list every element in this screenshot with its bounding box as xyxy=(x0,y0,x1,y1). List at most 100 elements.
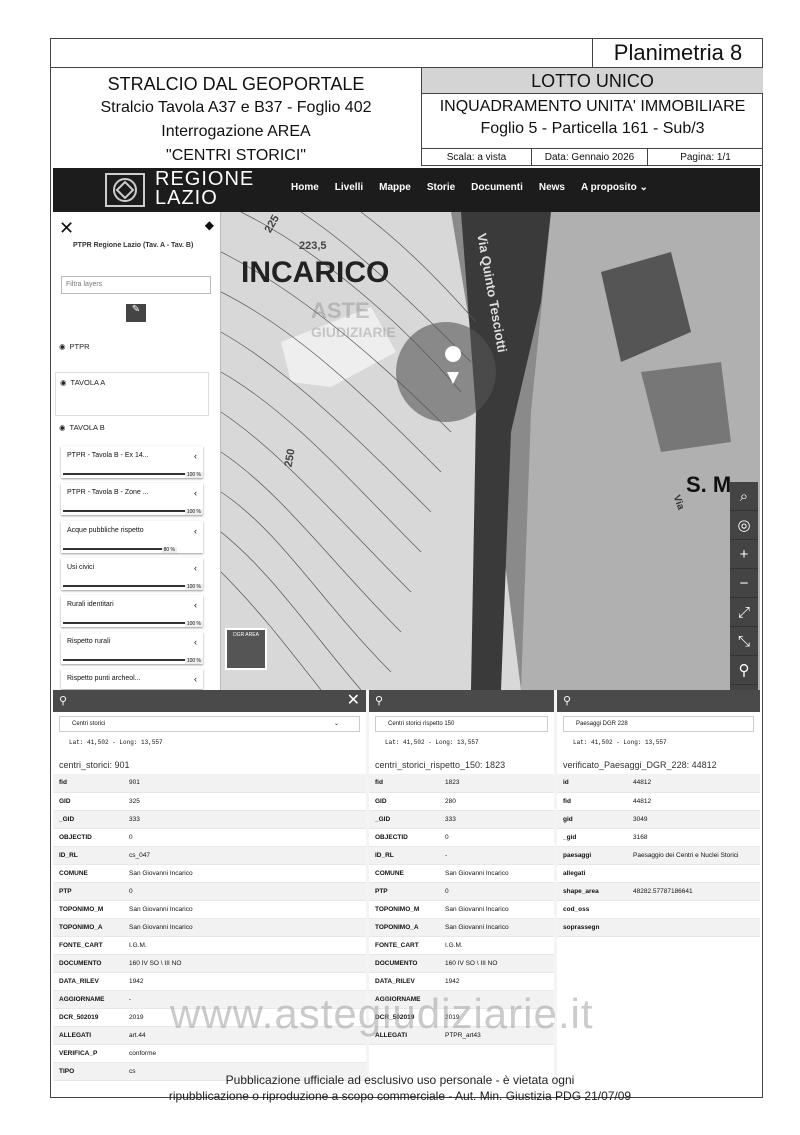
map-canvas[interactable]: INCARICO Via Quinto Tesciotti 225 223,5 … xyxy=(221,212,760,690)
locate-icon[interactable]: ◎ xyxy=(730,511,758,540)
field-value: San Giovanni Incarico xyxy=(439,918,554,937)
field-name: PTP xyxy=(53,882,123,901)
eye-icon[interactable]: ◉ xyxy=(60,378,67,387)
coordinates: Lat: 41,502 - Long: 13,557 xyxy=(375,736,548,750)
field-name: DATA_RILEV xyxy=(369,972,439,991)
field-name: soprassegn xyxy=(557,918,627,937)
header-left-line1: STRALCIO DAL GEOPORTALE xyxy=(107,74,365,94)
table-row: shape_area 48282.57787186641 xyxy=(557,882,760,901)
field-value: 901 xyxy=(123,774,366,793)
field-name: fid xyxy=(557,792,627,811)
field-name: PTP xyxy=(369,882,439,901)
opacity-bar[interactable] xyxy=(63,585,189,587)
brush-icon[interactable]: ✎ xyxy=(126,304,146,322)
field-value: 1942 xyxy=(439,972,554,991)
table-row: _gid 3168 xyxy=(557,828,760,847)
menu-documenti[interactable]: Documenti xyxy=(471,182,523,193)
layer-select[interactable]: Centri storici ⌄ xyxy=(59,716,360,732)
menu-home[interactable]: Home xyxy=(291,182,319,193)
chevron-left-icon[interactable]: ‹ xyxy=(194,563,197,573)
field-value: 1942 xyxy=(123,972,366,991)
regione-lazio-logo-icon xyxy=(105,173,145,207)
table-row: GID 280 xyxy=(369,792,554,811)
expand-icon[interactable]: ⤡ xyxy=(730,627,758,656)
opacity-bar[interactable] xyxy=(63,510,189,512)
table-row: cod_oss xyxy=(557,900,760,919)
chevron-left-icon[interactable]: ‹ xyxy=(194,526,197,536)
menu-livelli[interactable]: Livelli xyxy=(335,182,363,193)
layer-select[interactable]: Paesaggi DGR 228 xyxy=(563,716,754,732)
opacity-bar[interactable] xyxy=(63,473,189,475)
header-left: STRALCIO DAL GEOPORTALE Stralcio Tavola … xyxy=(50,68,422,164)
field-value: cs_047 xyxy=(123,846,366,865)
table-row: id 44812 xyxy=(557,774,760,793)
layer-select[interactable]: Centri storici rispetto 150 xyxy=(375,716,548,732)
zoom-search-icon[interactable]: ⌕ xyxy=(730,482,758,511)
eye-icon[interactable]: ◉ xyxy=(59,423,66,432)
group-ptpr[interactable]: ◉ PTPR xyxy=(55,337,209,355)
layer-item[interactable]: PTPR - Tavola B - Ex 14... ‹ 100 % xyxy=(61,446,203,478)
field-name: fid xyxy=(53,774,123,793)
layer-select-value: Centri storici xyxy=(72,721,106,727)
footer-line2: ripubblicazione o riproduzione a scopo c… xyxy=(168,1089,632,1103)
field-name: GID xyxy=(369,792,439,811)
coord-value: Lat: 41,502 - Long: 13,557 xyxy=(573,739,667,746)
group-tavola-a[interactable]: ◉ TAVOLA A xyxy=(55,372,209,416)
coordinates: Lat: 41,502 - Long: 13,557 xyxy=(59,736,360,750)
table-row: DOCUMENTO 160 IV SO \ III NO xyxy=(369,954,554,973)
layer-item[interactable]: Rispetto rurali ‹ 100 % xyxy=(61,632,203,664)
zoom-in-icon[interactable]: + xyxy=(730,540,758,569)
field-name: _gid xyxy=(557,828,627,847)
chevron-left-icon[interactable]: ‹ xyxy=(194,674,197,684)
chevron-left-icon[interactable]: ‹ xyxy=(194,451,197,461)
layer-item[interactable]: Acque pubbliche rispetto ‹ 80 % xyxy=(61,521,203,553)
field-name: FONTE_CART xyxy=(369,936,439,955)
menu-news[interactable]: News xyxy=(539,182,565,193)
minimap-thumbnail[interactable]: DGR AREA xyxy=(225,628,267,670)
menu-a-proposito[interactable]: A proposito ⌄ xyxy=(581,182,648,193)
layers-icon[interactable]: ◆ xyxy=(205,218,214,232)
marker-icon[interactable]: ⚲ xyxy=(730,656,758,685)
layer-name: PTPR - Tavola B - Ex 14... xyxy=(67,452,149,459)
filter-layers-input[interactable]: Filtra layers xyxy=(61,276,211,294)
field-name: AGGIORNAME xyxy=(53,990,123,1009)
layer-item[interactable]: PTPR - Tavola B - Zone ... ‹ 100 % xyxy=(61,483,203,515)
layer-item[interactable]: Usi civici ‹ 100 % xyxy=(61,558,203,590)
chevron-left-icon[interactable]: ‹ xyxy=(194,637,197,647)
table-row: FONTE_CART I.G.M. xyxy=(369,936,554,955)
opacity-bar[interactable] xyxy=(63,548,163,550)
scale-label: Scala: a vista xyxy=(422,149,532,165)
layer-item[interactable]: Rispetto punti archeol... ‹ xyxy=(61,669,203,689)
eye-icon[interactable]: ◉ xyxy=(59,342,66,351)
close-icon[interactable]: ✕ xyxy=(347,690,360,712)
zoom-out-icon[interactable]: − xyxy=(730,569,758,598)
field-name: OBJECTID xyxy=(53,828,123,847)
close-icon[interactable]: ✕ xyxy=(59,218,74,239)
chevron-left-icon[interactable]: ‹ xyxy=(194,600,197,610)
chevron-left-icon[interactable]: ‹ xyxy=(194,488,197,498)
field-name: ID_RL xyxy=(369,846,439,865)
table-row: PTP 0 xyxy=(53,882,366,901)
fullscreen-icon[interactable]: ⤢ xyxy=(730,598,758,627)
field-value: San Giovanni Incarico xyxy=(123,900,366,919)
inq-line2: Foglio 5 - Particella 161 - Sub/3 xyxy=(480,120,705,137)
menu-mappe[interactable]: Mappe xyxy=(379,182,411,193)
opacity-bar[interactable] xyxy=(63,659,189,661)
field-value: 0 xyxy=(439,882,554,901)
layer-item[interactable]: Rurali identitari ‹ 100 % xyxy=(61,595,203,627)
opacity-bar[interactable] xyxy=(63,622,189,624)
opacity-value: 100 % xyxy=(184,509,203,515)
menu-storie[interactable]: Storie xyxy=(427,182,455,193)
group-label: PTPR xyxy=(69,341,90,351)
field-value: 48282.57787186641 xyxy=(627,882,760,901)
field-value: 160 IV SO \ III NO xyxy=(439,954,554,973)
table-row: TOPONIMO_A San Giovanni Incarico xyxy=(369,918,554,937)
date-label: Data: Gennaio 2026 xyxy=(532,149,648,165)
field-name: GID xyxy=(53,792,123,811)
field-name: fid xyxy=(369,774,439,793)
group-tavola-b[interactable]: ◉ TAVOLA B xyxy=(55,418,209,436)
field-name: TOPONIMO_M xyxy=(369,900,439,919)
opacity-value: 80 % xyxy=(161,547,177,553)
table-row: TOPONIMO_M San Giovanni Incarico xyxy=(53,900,366,919)
footer-line1: Pubblicazione ufficiale ad esclusivo uso… xyxy=(225,1073,575,1087)
